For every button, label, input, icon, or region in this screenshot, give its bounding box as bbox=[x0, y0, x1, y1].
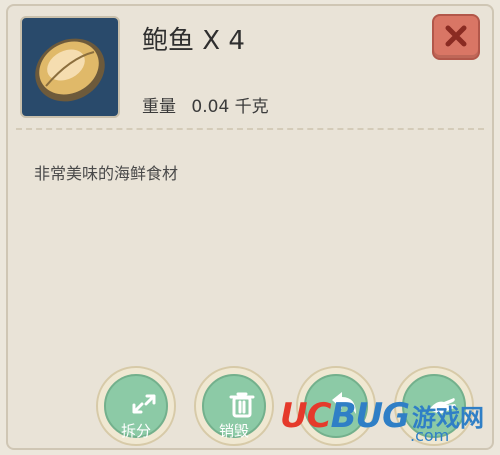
split-arrows-icon bbox=[132, 394, 156, 414]
weight-label: 重量 bbox=[142, 97, 176, 117]
close-button[interactable] bbox=[432, 14, 480, 60]
item-thumbnail bbox=[20, 16, 120, 118]
split-button[interactable]: 拆分 bbox=[96, 366, 176, 446]
destroy-label: 销毁 bbox=[218, 422, 249, 440]
item-header: 鲍鱼 X 4 重量 0.04 千克 bbox=[8, 6, 492, 126]
site-watermark: UCBUG 游戏网 .com bbox=[280, 396, 498, 452]
item-name: 鲍鱼 X 4 bbox=[142, 26, 245, 56]
abalone-icon bbox=[35, 38, 105, 102]
item-description: 非常美味的海鲜食材 bbox=[34, 164, 179, 183]
section-divider bbox=[16, 128, 484, 130]
split-button-face: 拆分 bbox=[104, 374, 168, 440]
destroy-button[interactable]: 销毁 bbox=[194, 366, 274, 446]
split-label: 拆分 bbox=[120, 422, 151, 440]
watermark-logo: UCBUG bbox=[280, 396, 410, 436]
item-info-panel: 鲍鱼 X 4 重量 0.04 千克 非常美味的海鲜食材 拆分 销毁 bbox=[6, 4, 494, 450]
weight-value: 0.04 千克 bbox=[191, 97, 269, 117]
watermark-domain: .com bbox=[410, 426, 450, 445]
close-x-icon bbox=[445, 25, 467, 47]
item-weight: 重量 0.04 千克 bbox=[142, 92, 269, 117]
destroy-button-face: 销毁 bbox=[202, 374, 266, 440]
trash-icon bbox=[229, 392, 255, 418]
